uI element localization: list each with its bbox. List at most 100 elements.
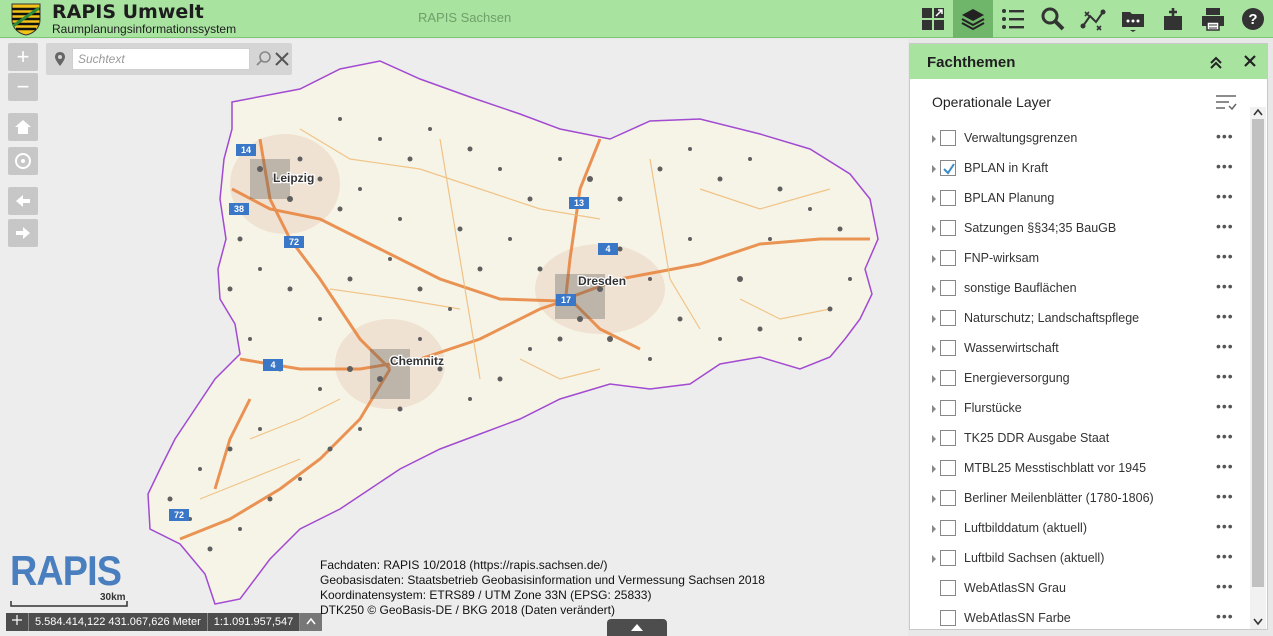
layer-row[interactable]: Wasserwirtschaft •••: [910, 334, 1250, 364]
layers-button[interactable]: [953, 0, 993, 38]
coordinate-toggle[interactable]: [6, 613, 29, 631]
bottom-panel-toggle[interactable]: [607, 619, 667, 636]
overview-button[interactable]: [913, 0, 953, 38]
search-icon[interactable]: [256, 51, 272, 67]
layer-checkbox[interactable]: [940, 520, 956, 536]
layer-checkbox[interactable]: [940, 130, 956, 146]
layer-menu-button[interactable]: •••: [1216, 159, 1236, 175]
locate-button[interactable]: [8, 147, 38, 175]
home-button[interactable]: [8, 113, 38, 141]
layer-checkbox[interactable]: [940, 400, 956, 416]
layer-row[interactable]: WebAtlasSN Grau •••: [910, 574, 1250, 604]
layer-row[interactable]: Verwaltungsgrenzen •••: [910, 124, 1250, 154]
layer-row[interactable]: TK25 DDR Ausgabe Staat •••: [910, 424, 1250, 454]
expand-arrow-icon[interactable]: [930, 434, 938, 444]
close-icon[interactable]: [274, 51, 290, 67]
zoom-in-button[interactable]: +: [8, 43, 38, 71]
expand-arrow-icon[interactable]: [930, 164, 938, 174]
scroll-thumb[interactable]: [1252, 119, 1264, 587]
collapse-icon[interactable]: [1208, 54, 1224, 70]
layer-checkbox[interactable]: [940, 460, 956, 476]
layer-checkbox[interactable]: [940, 370, 956, 386]
add-bookmark-button[interactable]: [1153, 0, 1193, 38]
legend-icon: [1002, 9, 1024, 29]
next-extent-button[interactable]: [8, 219, 38, 247]
layer-menu-button[interactable]: •••: [1216, 219, 1236, 235]
layer-checkbox[interactable]: [940, 280, 956, 296]
layer-row[interactable]: Naturschutz; Landschaftspflege •••: [910, 304, 1250, 334]
status-expand[interactable]: [300, 613, 323, 631]
expand-arrow-icon[interactable]: [930, 344, 938, 354]
expand-arrow-icon[interactable]: [930, 404, 938, 414]
layer-row[interactable]: Berliner Meilenblätter (1780-1806) •••: [910, 484, 1250, 514]
layer-row[interactable]: BPLAN in Kraft •••: [910, 154, 1250, 184]
layer-row[interactable]: Luftbilddatum (aktuell) •••: [910, 514, 1250, 544]
layer-row[interactable]: FNP-wirksam •••: [910, 244, 1250, 274]
measure-button[interactable]: [1073, 0, 1113, 38]
layer-row[interactable]: Satzungen §§34;35 BauGB •••: [910, 214, 1250, 244]
more-tools-button[interactable]: [1113, 0, 1153, 38]
layer-checkbox[interactable]: [940, 190, 956, 206]
layer-checkbox[interactable]: [940, 550, 956, 566]
layer-checkbox[interactable]: [940, 580, 956, 596]
panel-scrollbar[interactable]: [1250, 107, 1266, 629]
expand-arrow-icon[interactable]: [930, 134, 938, 144]
expand-arrow-icon[interactable]: [930, 554, 938, 564]
layer-options-icon[interactable]: [1215, 93, 1237, 111]
layer-checkbox[interactable]: [940, 490, 956, 506]
layer-menu-button[interactable]: •••: [1216, 549, 1236, 565]
expand-arrow-icon[interactable]: [930, 224, 938, 234]
expand-arrow-icon[interactable]: [930, 374, 938, 384]
chevron-up-icon[interactable]: [1250, 107, 1266, 117]
layer-checkbox[interactable]: [940, 430, 956, 446]
layer-menu-button[interactable]: •••: [1216, 249, 1236, 265]
layer-menu-button[interactable]: •••: [1216, 189, 1236, 205]
expand-arrow-icon[interactable]: [930, 194, 938, 204]
expand-arrow-icon[interactable]: [930, 284, 938, 294]
layer-row[interactable]: sonstige Bauflächen •••: [910, 274, 1250, 304]
layer-checkbox[interactable]: [940, 250, 956, 266]
expand-arrow-icon[interactable]: [930, 254, 938, 264]
help-button[interactable]: ?: [1233, 0, 1273, 38]
search-tool-button[interactable]: [1033, 0, 1073, 38]
layer-row[interactable]: Flurstücke •••: [910, 394, 1250, 424]
zoom-out-button[interactable]: −: [8, 73, 38, 101]
layer-row[interactable]: Energieversorgung •••: [910, 364, 1250, 394]
layer-menu-button[interactable]: •••: [1216, 339, 1236, 355]
layer-checkbox[interactable]: [940, 160, 956, 176]
expand-arrow-icon[interactable]: [930, 524, 938, 534]
svg-text:4: 4: [270, 360, 275, 370]
layer-checkbox[interactable]: [940, 610, 956, 626]
layer-checkbox[interactable]: [940, 220, 956, 236]
expand-arrow-icon[interactable]: [930, 314, 938, 324]
app-header: RAPIS Umwelt Raumplanungsinformationssys…: [0, 0, 1273, 38]
layer-menu-button[interactable]: •••: [1216, 459, 1236, 475]
legend-button[interactable]: [993, 0, 1033, 38]
previous-extent-button[interactable]: [8, 187, 38, 215]
layer-menu-button[interactable]: •••: [1216, 279, 1236, 295]
layer-menu-button[interactable]: •••: [1216, 609, 1236, 625]
layer-menu-button[interactable]: •••: [1216, 399, 1236, 415]
layer-menu-button[interactable]: •••: [1216, 489, 1236, 505]
print-button[interactable]: [1193, 0, 1233, 38]
status-bar: 5.584.414,122 431.067,626 Meter 1:1.091.…: [6, 613, 323, 631]
map-view[interactable]: 14 38 72 13 4 17 4 72 Leipzig Dresden Ch…: [0, 39, 908, 636]
layer-menu-button[interactable]: •••: [1216, 579, 1236, 595]
search-input[interactable]: [72, 48, 250, 70]
expand-arrow-icon[interactable]: [930, 464, 938, 474]
layer-row[interactable]: WebAtlasSN Farbe •••: [910, 604, 1250, 634]
layer-row[interactable]: MTBL25 Messtischblatt vor 1945 •••: [910, 454, 1250, 484]
layer-checkbox[interactable]: [940, 340, 956, 356]
chevron-down-icon[interactable]: [1250, 617, 1266, 627]
close-icon[interactable]: [1243, 54, 1257, 68]
layer-row[interactable]: Luftbild Sachsen (aktuell) •••: [910, 544, 1250, 574]
layer-menu-button[interactable]: •••: [1216, 129, 1236, 145]
expand-arrow-icon[interactable]: [930, 494, 938, 504]
layer-menu-button[interactable]: •••: [1216, 369, 1236, 385]
layer-row[interactable]: BPLAN Planung •••: [910, 184, 1250, 214]
layer-menu-button[interactable]: •••: [1216, 309, 1236, 325]
layer-checkbox[interactable]: [940, 310, 956, 326]
map-canvas[interactable]: 14 38 72 13 4 17 4 72 Leipzig Dresden Ch…: [0, 39, 908, 636]
layer-menu-button[interactable]: •••: [1216, 429, 1236, 445]
layer-menu-button[interactable]: •••: [1216, 519, 1236, 535]
